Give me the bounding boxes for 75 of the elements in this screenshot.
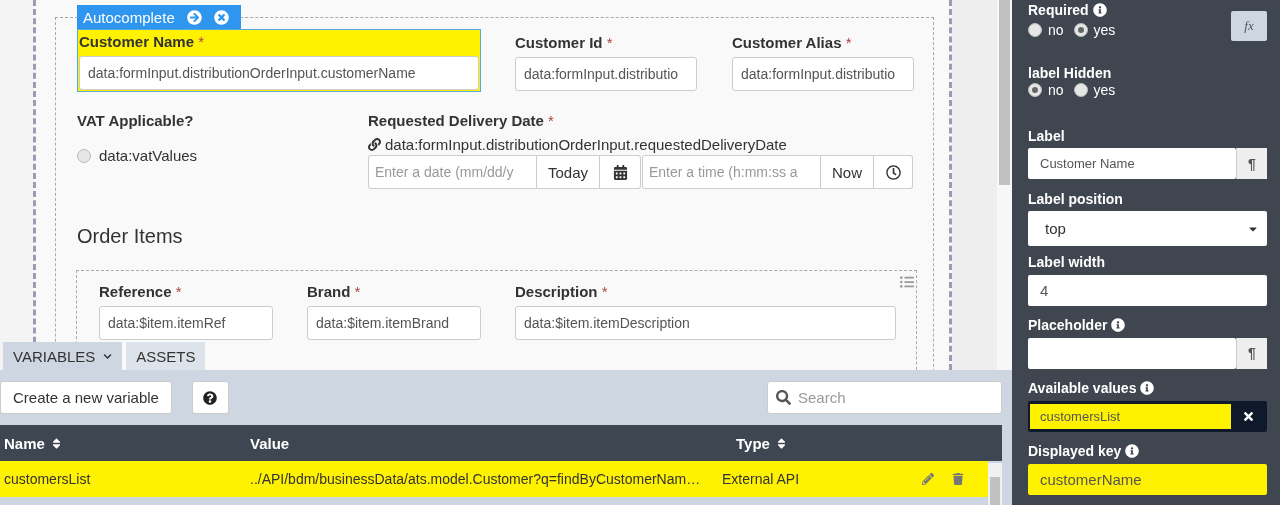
input-field[interactable]: data:$item.itemDescription xyxy=(515,306,896,340)
scrollbar[interactable] xyxy=(988,463,1002,505)
help-button[interactable] xyxy=(191,381,229,414)
scrollbar[interactable] xyxy=(997,0,1012,370)
radio-option[interactable]: yes xyxy=(1073,22,1116,38)
radio-button[interactable] xyxy=(77,148,91,163)
table-cell: ../API/bdm/businessData/ats.model.Customer?q=findByCustomerNam… xyxy=(250,471,701,487)
search-field[interactable]: Search xyxy=(767,381,1002,414)
property-label: Available values xyxy=(1028,378,1155,398)
property-label: Placeholder xyxy=(1028,315,1126,335)
table-cell: External API xyxy=(722,471,800,487)
time-field[interactable]: Enter a time (h:mm:ss a xyxy=(642,155,821,189)
clock-button[interactable] xyxy=(874,155,913,189)
column-header[interactable]: Type xyxy=(722,434,1002,452)
property-label: label Hidden xyxy=(1028,63,1112,83)
radio-label: data:vatValues xyxy=(99,147,198,164)
input-field[interactable]: data:formInput.distributionOrderInput.customerName xyxy=(79,56,479,90)
field-label: Requested Delivery Date * xyxy=(368,111,555,131)
property-label: Displayed key xyxy=(1028,441,1140,461)
input-field[interactable]: data:formInput.distributio xyxy=(515,57,697,91)
text-field[interactable] xyxy=(1028,337,1236,369)
form-field[interactable]: Customer Alias * data:formInput.distributio xyxy=(731,29,915,92)
info-icon xyxy=(1125,444,1140,459)
selected-field[interactable]: Customer Name * data:formInput.distributionOrderInput.customerName xyxy=(77,29,481,92)
help-icon xyxy=(203,390,218,405)
input-field[interactable]: data:formInput.distributio xyxy=(732,57,914,91)
binding-text: data:formInput.distributionOrderInput.requestedDeliveryDate xyxy=(385,136,787,153)
property-label: Label xyxy=(1028,126,1065,146)
select-field[interactable]: top xyxy=(1028,211,1267,247)
date-field[interactable]: Enter a date (mm/dd/y xyxy=(368,155,537,189)
radio-option[interactable]: no xyxy=(1028,82,1064,99)
info-icon xyxy=(1140,381,1155,396)
text-field[interactable]: customerName xyxy=(1028,463,1267,495)
field-label: Customer Id * xyxy=(515,33,614,53)
radio-option[interactable]: yes xyxy=(1073,82,1116,99)
field-label: Description * xyxy=(515,282,609,302)
link-icon xyxy=(368,138,381,151)
column-header[interactable]: Name xyxy=(0,434,250,452)
value-tag: customersList xyxy=(1030,403,1231,429)
input-field[interactable]: data:$item.itemRef xyxy=(99,306,273,340)
text-field[interactable]: Customer Name xyxy=(1028,148,1236,180)
tags-field[interactable]: customersList xyxy=(1028,400,1267,432)
field-label: VAT Applicable? xyxy=(77,111,195,131)
field-label: Customer Name * xyxy=(79,32,206,52)
field-label: Reference * xyxy=(99,282,183,302)
list-icon[interactable] xyxy=(900,275,914,289)
text-field[interactable]: 4 xyxy=(1028,274,1267,306)
panel-tab[interactable]: VARIABLES xyxy=(3,342,123,370)
calendar-icon xyxy=(612,164,628,180)
create-variable-button[interactable]: Create a new variable xyxy=(0,381,172,414)
property-label: Label position xyxy=(1028,189,1123,209)
table-cell: customersList xyxy=(4,471,91,487)
field-label: Customer Alias * xyxy=(732,33,853,53)
radio-option[interactable]: no xyxy=(1028,22,1064,38)
table-row[interactable]: customersList ../API/bdm/businessData/ats.model.Customer?q=findByCustomerNam… External API xyxy=(0,461,988,497)
calendar-button[interactable] xyxy=(600,155,641,189)
badge-label: Autocomplete xyxy=(83,8,175,26)
expression-button[interactable]: fx xyxy=(1231,11,1267,41)
format-button[interactable]: ¶ xyxy=(1236,148,1267,180)
search-icon xyxy=(776,390,791,405)
chevron-icon xyxy=(103,351,113,361)
info-icon xyxy=(1092,2,1107,17)
info-icon xyxy=(1111,318,1126,333)
property-label: Label width xyxy=(1028,253,1105,272)
now-button[interactable]: Now xyxy=(821,155,874,189)
format-button[interactable]: ¶ xyxy=(1236,337,1267,369)
today-button[interactable]: Today xyxy=(537,155,600,189)
input-field[interactable]: data:$item.itemBrand xyxy=(307,306,481,340)
form-field[interactable]: Customer Id * data:formInput.distributio xyxy=(514,29,698,92)
panel-tab[interactable]: ASSETS xyxy=(126,342,206,370)
section-title: Order Items xyxy=(77,225,184,248)
column-header: Value xyxy=(250,434,291,452)
clock-icon xyxy=(885,164,901,180)
field-label: Brand * xyxy=(307,282,362,302)
property-label: Required xyxy=(1028,0,1107,19)
